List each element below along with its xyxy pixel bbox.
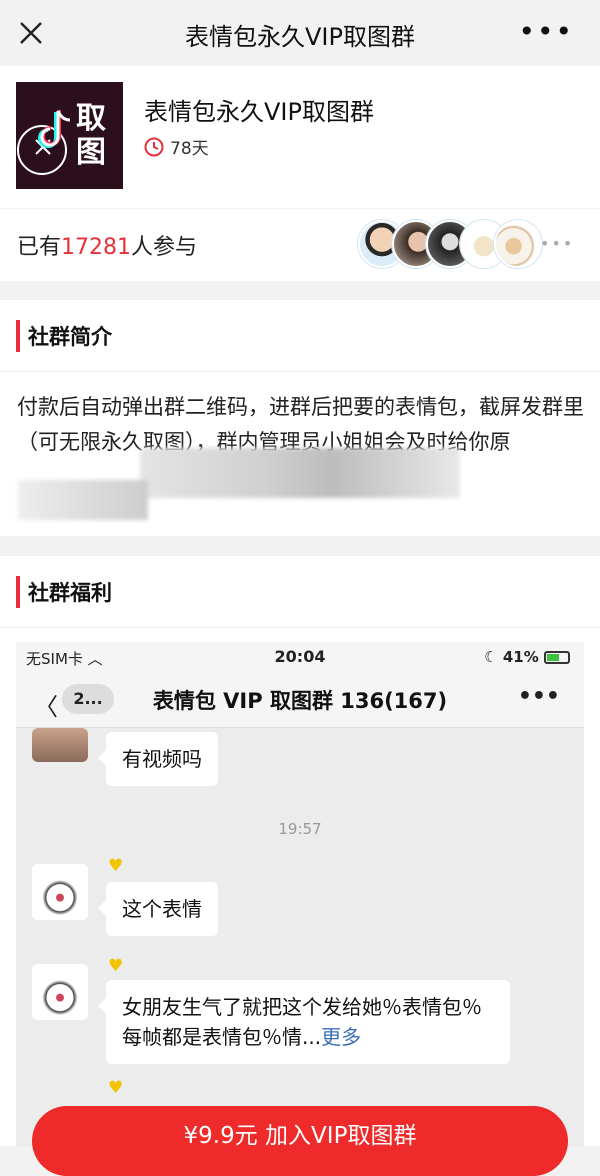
- group-name: 表情包永久VIP取图群: [144, 98, 374, 126]
- message-bubble: 这个表情: [98, 882, 218, 936]
- blurred-text: [18, 480, 148, 520]
- divider: [0, 627, 600, 628]
- clock-icon: [144, 137, 164, 156]
- heart-icon: ♥: [108, 1078, 124, 1098]
- intro-title: 社群简介: [28, 325, 112, 349]
- benefit-section: 社群福利 无SIM卡 ︿ 20:04 ☾ 41% 〈 2... 表情包 VIP …: [0, 556, 600, 1146]
- heart-icon: ♥: [108, 956, 124, 976]
- join-vip-button[interactable]: ¥9.9元 加入VIP取图群: [32, 1106, 568, 1176]
- avatar: [494, 220, 542, 268]
- avatar: [32, 964, 88, 1020]
- more-avatars-icon: •••: [540, 234, 575, 253]
- participants-prefix: 已有: [17, 235, 62, 260]
- intro-header: 社群简介: [0, 300, 600, 372]
- top-bar: 表情包永久VIP取图群 •••: [0, 0, 600, 66]
- battery-text: ☾ 41%: [484, 648, 570, 666]
- more-icon[interactable]: •••: [518, 18, 574, 46]
- logo-text: 取图: [76, 101, 106, 170]
- section-marker: [16, 320, 20, 352]
- heart-icon: ♥: [108, 856, 124, 876]
- benefit-header: 社群福利: [0, 556, 600, 628]
- message-text: 女朋友生气了就把这个发给她％表情包％每帧都是表情包％情...: [122, 995, 482, 1049]
- message-bubble: 女朋友生气了就把这个发给她％表情包％每帧都是表情包％情...更多: [98, 980, 510, 1064]
- chat-screenshot: 无SIM卡 ︿ 20:04 ☾ 41% 〈 2... 表情包 VIP 取图群 1…: [16, 642, 584, 1146]
- page-title: 表情包永久VIP取图群: [185, 23, 415, 51]
- avatar: [32, 864, 88, 920]
- member-avatars[interactable]: [358, 220, 542, 270]
- participants-suffix: 人参与: [131, 235, 198, 260]
- benefit-title: 社群福利: [28, 581, 112, 605]
- chat-header: 〈 2... 表情包 VIP 取图群 136(167) •••: [16, 672, 584, 728]
- chat-timestamp: 19:57: [278, 820, 322, 838]
- chat-more-icon[interactable]: •••: [518, 684, 560, 709]
- participants-count: 17281: [61, 235, 132, 260]
- moon-icon: ☾: [484, 648, 498, 666]
- duration-text: 78天: [170, 139, 209, 159]
- group-header: 取图 表情包永久VIP取图群 78天: [0, 66, 600, 208]
- intro-section: 社群简介 付款后自动弹出群二维码，进群后把要的表情包，截屏发群里（可无限永久取图…: [0, 300, 600, 536]
- status-bar: 无SIM卡 ︿ 20:04 ☾ 41%: [16, 642, 584, 672]
- divider: [0, 371, 600, 372]
- duration: 78天: [144, 134, 209, 159]
- more-link[interactable]: 更多: [321, 1025, 361, 1049]
- group-logo: 取图: [16, 82, 123, 189]
- participants-text: 已有17281人参与: [17, 229, 197, 261]
- avatar: [32, 728, 88, 762]
- blurred-text: [140, 448, 460, 498]
- message-bubble: 有视频吗: [98, 732, 218, 786]
- chat-title: 表情包 VIP 取图群 136(167): [152, 689, 448, 713]
- battery-icon: [544, 651, 570, 664]
- section-marker: [16, 576, 20, 608]
